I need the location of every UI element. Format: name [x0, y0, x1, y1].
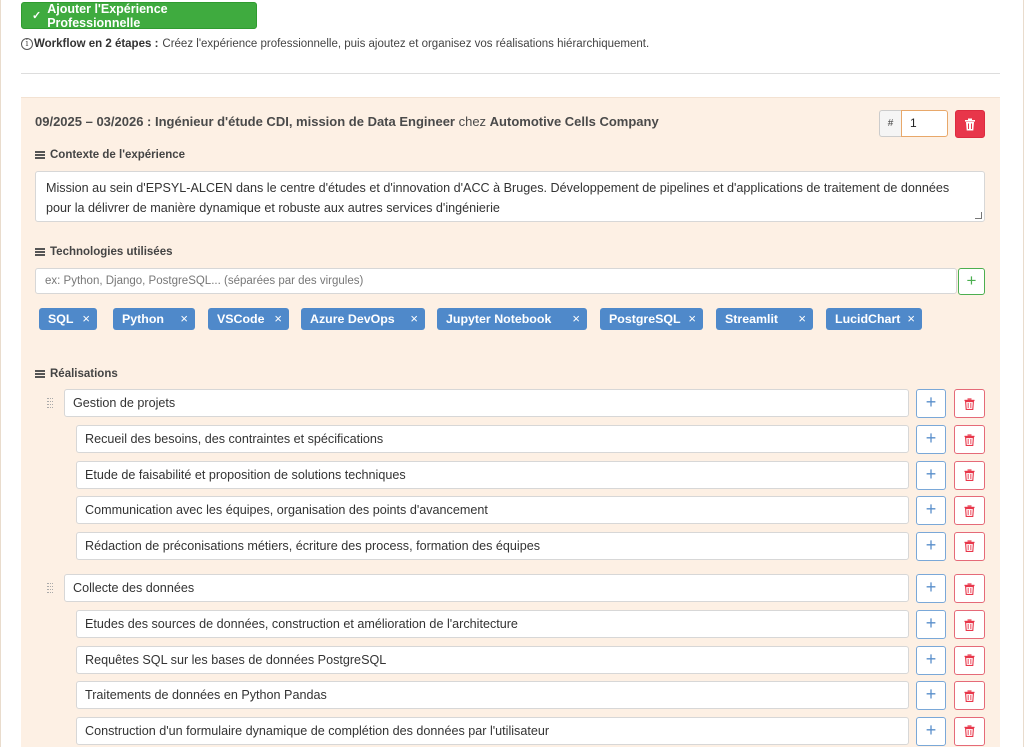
add-experience-label: Ajouter l'Expérience Professionnelle — [47, 1, 168, 30]
add-sub-achievement-button[interactable]: + — [916, 389, 946, 418]
add-sub-achievement-button[interactable]: + — [916, 460, 946, 490]
sub-achievement-input[interactable]: Recueil des besoins, des contraintes et … — [76, 425, 909, 453]
context-label-text: Contexte de l'expérience — [50, 149, 186, 161]
list-icon — [35, 369, 45, 380]
trash-icon — [964, 469, 975, 481]
tech-tag-label: LucidChart — [835, 312, 901, 326]
add-sub-achievement-button[interactable]: + — [916, 425, 946, 454]
add-sub-achievement-button[interactable]: + — [916, 531, 946, 561]
tech-label-text: Technologies utilisées — [50, 246, 173, 258]
info-icon: i — [21, 38, 33, 50]
workflow-note: i Workflow en 2 étapes : Créez l'expérie… — [21, 38, 649, 50]
list-icon — [35, 150, 45, 161]
delete-achievement-button[interactable] — [954, 716, 985, 746]
workflow-text: Créez l'expérience professionnelle, puis… — [162, 38, 650, 50]
tag-remove-icon[interactable]: × — [688, 308, 696, 330]
delete-experience-button[interactable] — [955, 110, 985, 138]
delete-achievement-button[interactable] — [954, 496, 985, 525]
tag-remove-icon[interactable]: × — [410, 308, 418, 330]
trash-icon — [964, 540, 975, 552]
list-icon — [35, 247, 45, 258]
check-icon: ✓ — [32, 10, 42, 22]
experience-separator: : — [143, 114, 155, 129]
add-sub-achievement-button[interactable]: + — [916, 496, 946, 525]
delete-achievement-button[interactable] — [954, 610, 985, 639]
drag-handle-icon[interactable] — [47, 398, 53, 410]
add-sub-achievement-button[interactable]: + — [916, 645, 946, 675]
sub-achievement-input[interactable]: Traitements de données en Python Pandas — [76, 681, 909, 709]
experience-card: 09/2025 – 03/2026 : Ingénieur d'étude CD… — [21, 97, 1000, 747]
order-input[interactable]: 1 — [901, 110, 948, 137]
trash-icon — [964, 725, 975, 737]
trash-icon — [964, 689, 975, 702]
sub-achievement-input[interactable]: Etude de faisabilité et proposition de s… — [76, 460, 909, 489]
tech-tag: Azure DevOps × — [301, 308, 425, 330]
tech-tag-label: Streamlit — [725, 312, 779, 326]
experience-title: 09/2025 – 03/2026 : Ingénieur d'étude CD… — [35, 114, 659, 129]
add-experience-button[interactable]: ✓ Ajouter l'Expérience Professionnelle — [21, 1, 257, 30]
delete-achievement-button[interactable] — [954, 681, 985, 710]
trash-icon — [964, 504, 975, 517]
achievements-label-text: Réalisations — [50, 368, 118, 380]
experience-role: Ingénieur d'étude CDI, mission de Data E… — [155, 114, 455, 129]
tech-add-button[interactable]: + — [958, 268, 985, 295]
trash-icon — [964, 433, 975, 446]
tech-tag-label: Python — [122, 312, 164, 326]
sub-achievement-input[interactable]: Communication avec les équipes, organisa… — [76, 496, 909, 524]
tech-tag-label: Azure DevOps — [310, 312, 395, 326]
tag-remove-icon[interactable]: × — [907, 308, 915, 330]
context-text: Mission au sein d'EPSYL-ALCEN dans le ce… — [46, 181, 950, 215]
trash-icon — [964, 582, 975, 595]
delete-achievement-button[interactable] — [954, 389, 985, 418]
add-sub-achievement-button[interactable]: + — [916, 610, 946, 639]
sub-achievement-input[interactable]: Construction d'un formulaire dynamique d… — [76, 716, 909, 745]
tech-tag: PostgreSQL × — [600, 308, 703, 330]
divider — [21, 73, 1000, 74]
tech-tag-label: SQL — [48, 312, 74, 326]
tech-tag: Jupyter Notebook × — [437, 308, 587, 330]
workflow-title: Workflow en 2 étapes : — [34, 38, 159, 50]
tech-tag-label: VSCode — [217, 312, 265, 326]
order-hash-addon: # — [879, 110, 901, 137]
achievement-input[interactable]: Collecte des données — [64, 574, 909, 602]
tech-tag-label: Jupyter Notebook — [446, 312, 552, 326]
tech-tag: LucidChart × — [826, 308, 922, 330]
experience-period: 09/2025 – 03/2026 — [35, 114, 144, 129]
tag-remove-icon[interactable]: × — [572, 308, 580, 330]
drag-handle-icon[interactable] — [47, 583, 53, 595]
add-sub-achievement-button[interactable]: + — [916, 574, 946, 603]
trash-icon — [964, 654, 975, 666]
trash-icon — [964, 397, 975, 410]
delete-achievement-button[interactable] — [954, 531, 985, 561]
achievement-input[interactable]: Gestion de projets — [64, 389, 909, 417]
delete-achievement-button[interactable] — [954, 645, 985, 675]
tech-label: Technologies utilisées — [35, 246, 173, 258]
experience-at: chez — [454, 114, 490, 129]
delete-achievement-button[interactable] — [954, 574, 985, 603]
tech-tag-label: PostgreSQL — [609, 312, 681, 326]
sub-achievement-input[interactable]: Etudes des sources de données, construct… — [76, 610, 909, 638]
context-textarea[interactable]: Mission au sein d'EPSYL-ALCEN dans le ce… — [35, 171, 985, 222]
resize-grip-icon[interactable] — [975, 212, 982, 219]
add-sub-achievement-button[interactable]: + — [916, 716, 946, 746]
context-label: Contexte de l'expérience — [35, 149, 185, 161]
trash-icon — [965, 118, 975, 130]
tag-remove-icon[interactable]: × — [274, 308, 282, 330]
trash-icon — [964, 618, 975, 631]
tech-tag: Streamlit × — [716, 308, 813, 330]
tech-tag: VSCode × — [208, 308, 289, 330]
tech-tag: Python × — [113, 308, 195, 330]
sub-achievement-input[interactable]: Rédaction de préconisations métiers, écr… — [76, 531, 909, 560]
tag-remove-icon[interactable]: × — [798, 308, 806, 330]
add-sub-achievement-button[interactable]: + — [916, 681, 946, 710]
tag-remove-icon[interactable]: × — [180, 308, 188, 330]
sub-achievement-input[interactable]: Requêtes SQL sur les bases de données Po… — [76, 645, 909, 674]
delete-achievement-button[interactable] — [954, 460, 985, 490]
tech-tag: SQL × — [39, 308, 97, 330]
tag-remove-icon[interactable]: × — [82, 308, 90, 330]
delete-achievement-button[interactable] — [954, 425, 985, 454]
tech-input[interactable]: ex: Python, Django, PostgreSQL... (sépar… — [35, 268, 957, 294]
experience-company: Automotive Cells Company — [489, 114, 659, 129]
achievements-label: Réalisations — [35, 368, 118, 380]
